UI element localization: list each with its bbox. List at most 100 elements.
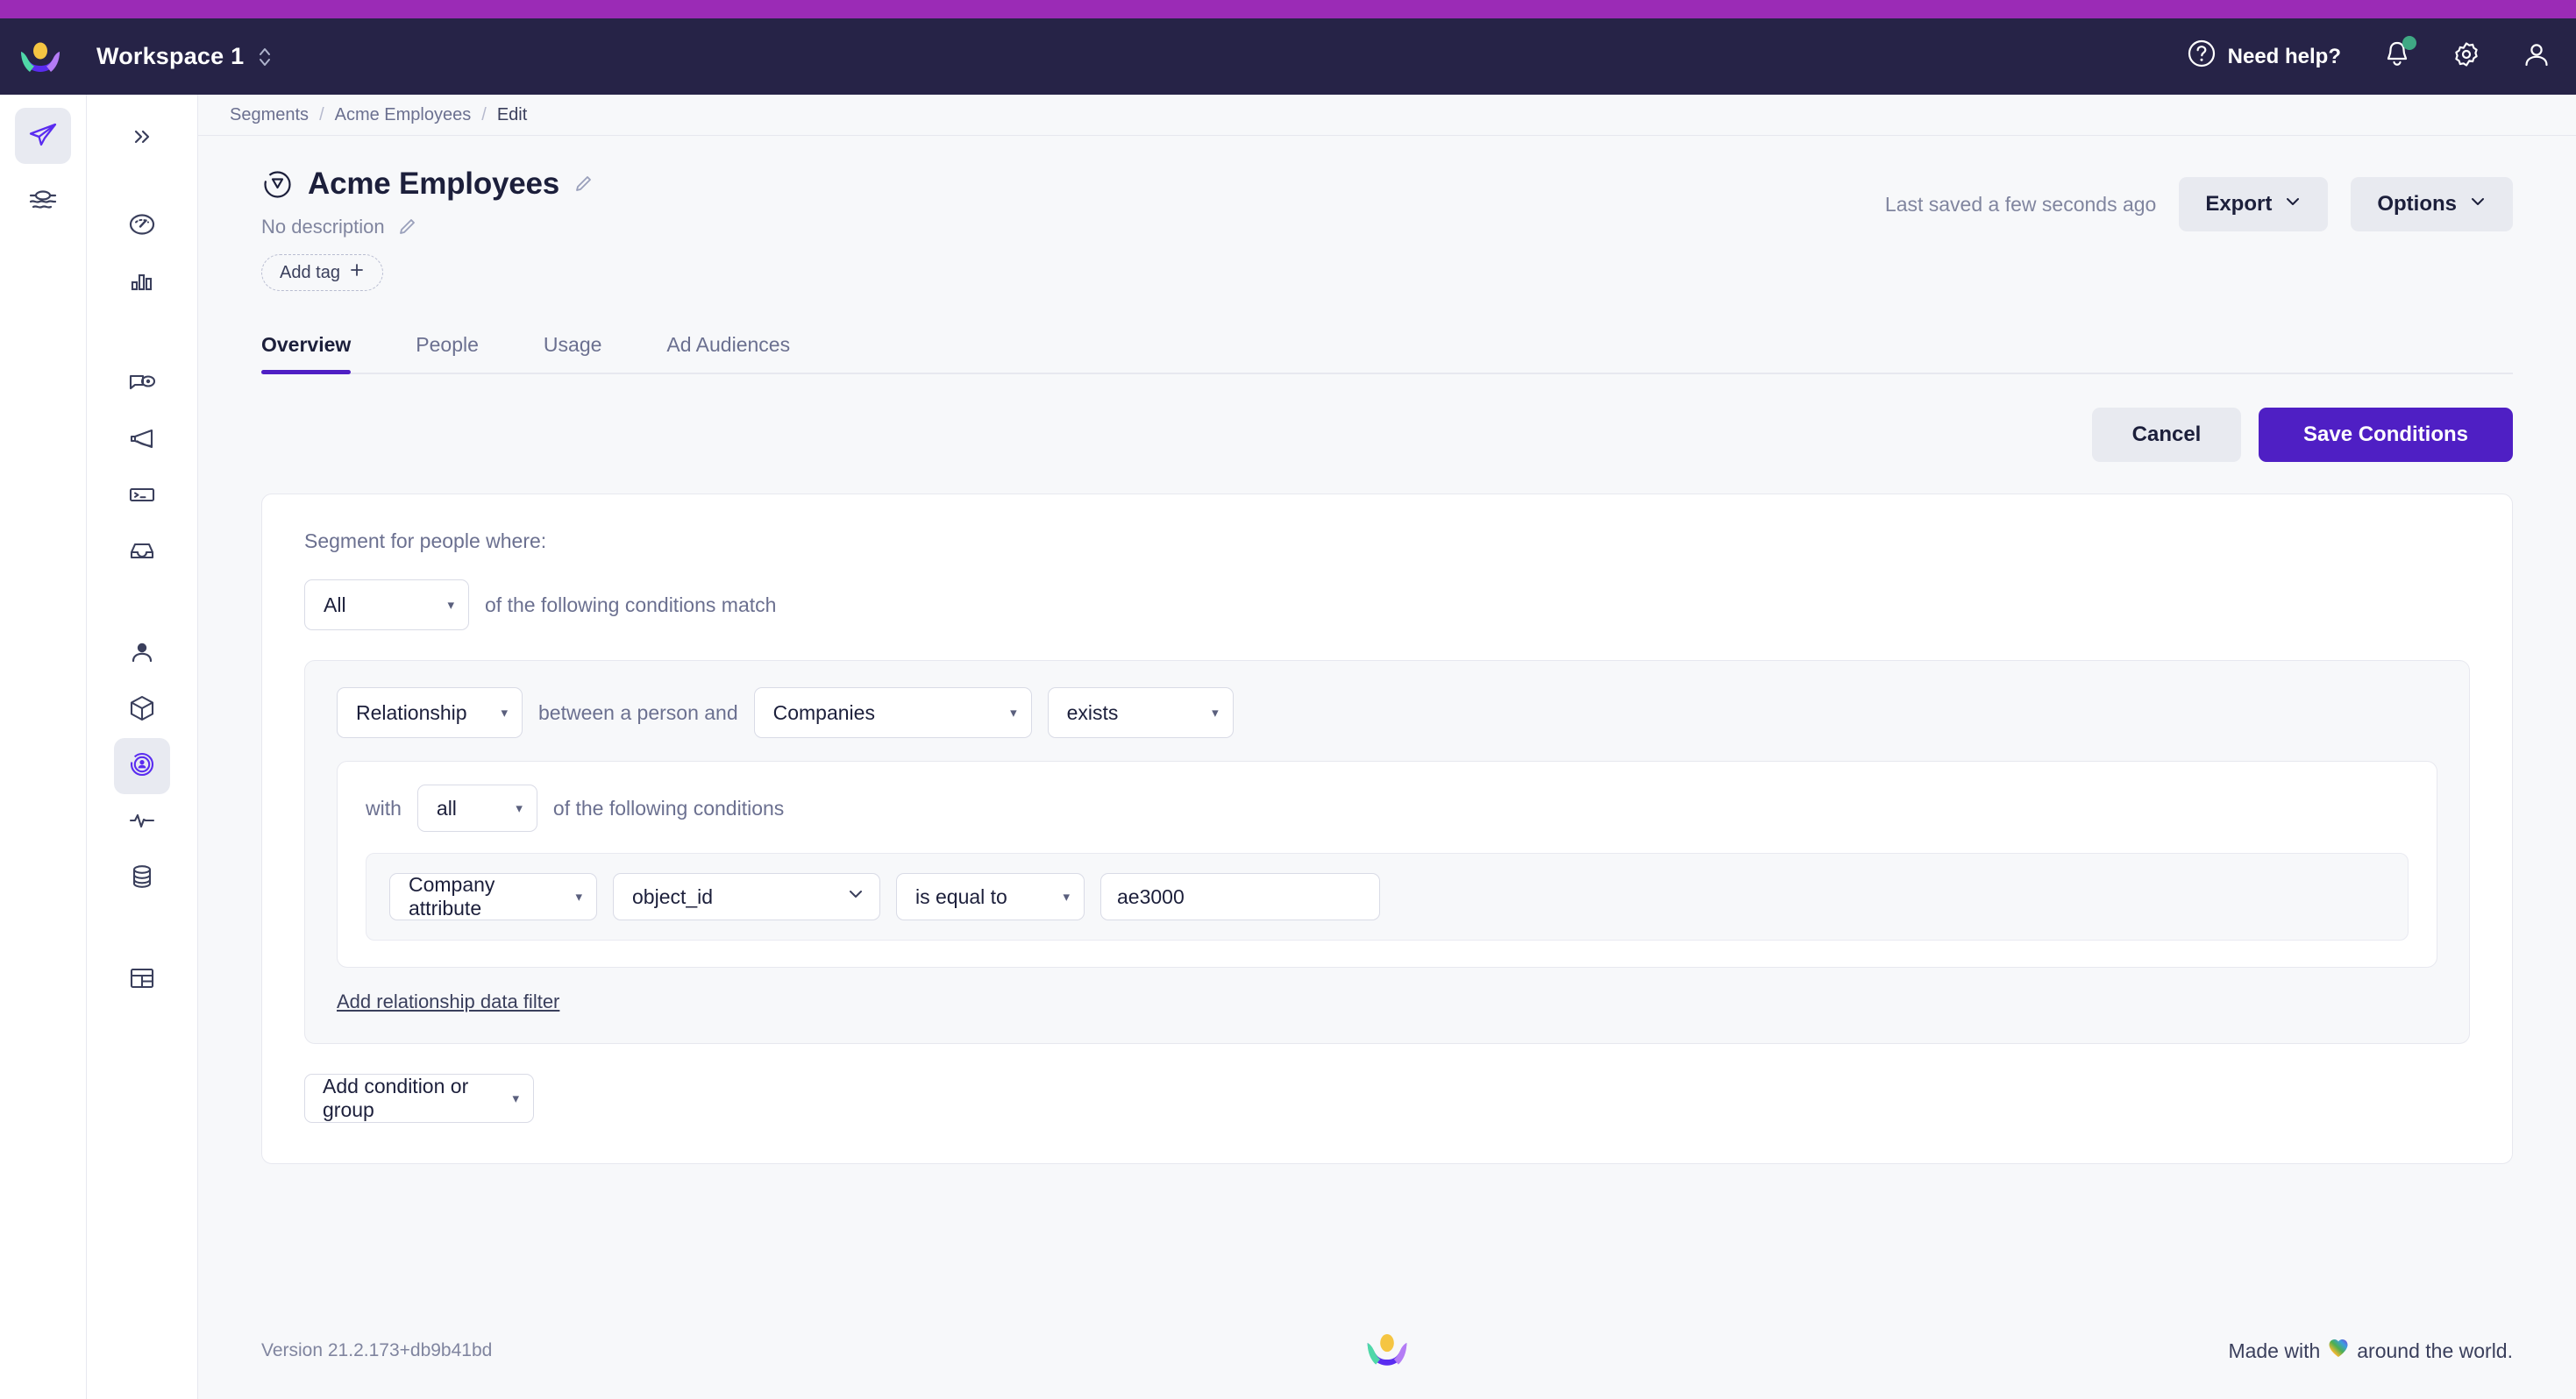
made-with-suffix: around the world. bbox=[2357, 1339, 2513, 1362]
options-button[interactable]: Options bbox=[2351, 177, 2513, 231]
caret-down-icon: ▾ bbox=[447, 597, 454, 613]
add-tag-button[interactable]: Add tag bbox=[261, 254, 383, 291]
last-saved-status: Last saved a few seconds ago bbox=[1884, 192, 2157, 216]
collapse-sidebar-button[interactable] bbox=[114, 110, 170, 167]
account-button[interactable] bbox=[2522, 39, 2551, 74]
top-navigation-bar: Workspace 1 Need help? bbox=[0, 18, 2576, 95]
rail-item-people[interactable] bbox=[114, 626, 170, 682]
match-type-suffix-label: of the following conditions match bbox=[485, 593, 777, 616]
rail-item-journeys[interactable] bbox=[114, 468, 170, 524]
app-body: Segments / Acme Employees / Edit Acme Em… bbox=[0, 95, 2576, 1399]
inner-match-value: all bbox=[436, 796, 457, 820]
made-with-love-text: Made with around the world. bbox=[2228, 1337, 2513, 1365]
inner-match-select[interactable]: all ▾ bbox=[416, 785, 537, 832]
person-icon bbox=[126, 636, 158, 672]
match-type-value: All bbox=[324, 593, 346, 616]
attribute-condition-panel: Company attribute ▾ object_id is equal t… bbox=[366, 853, 2409, 941]
caret-down-icon: ▾ bbox=[512, 1090, 519, 1106]
add-condition-or-group-button[interactable]: Add condition or group ▾ bbox=[304, 1074, 534, 1123]
relationship-filters-panel: with all ▾ of the following conditions C… bbox=[337, 761, 2437, 968]
segment-person-icon bbox=[126, 749, 158, 785]
attribute-operator-value: is equal to bbox=[915, 884, 1007, 908]
breadcrumb-separator: / bbox=[481, 104, 487, 124]
rail-item-analytics[interactable] bbox=[114, 254, 170, 310]
cube-icon bbox=[126, 692, 158, 728]
caret-down-icon: ▾ bbox=[575, 889, 582, 905]
with-label: with bbox=[366, 796, 402, 820]
condition-type-value: Relationship bbox=[356, 700, 467, 724]
layers-icon bbox=[26, 184, 60, 222]
megaphone-icon bbox=[126, 423, 158, 458]
rail-item-collections[interactable] bbox=[114, 952, 170, 1008]
settings-button[interactable] bbox=[2451, 39, 2481, 74]
tab-bar: Overview People Usage Ad Audiences bbox=[261, 333, 2513, 374]
tab-usage[interactable]: Usage bbox=[524, 333, 621, 373]
add-relationship-data-filter-link[interactable]: Add relationship data filter bbox=[337, 991, 559, 1013]
page-header: Acme Employees No description Add tag La… bbox=[261, 136, 2513, 291]
relationship-row: Relationship ▾ between a person and Comp… bbox=[337, 687, 2437, 738]
primary-navigation-rail bbox=[0, 95, 87, 1399]
breadcrumb-item-acme-employees[interactable]: Acme Employees bbox=[335, 105, 472, 125]
pencil-icon[interactable] bbox=[397, 217, 418, 238]
breadcrumb-item-segments[interactable]: Segments bbox=[230, 105, 309, 125]
bar-chart-icon bbox=[126, 265, 158, 301]
save-conditions-button[interactable]: Save Conditions bbox=[2259, 408, 2513, 462]
rainbow-heart-icon bbox=[2327, 1337, 2350, 1365]
rail-item-segments[interactable] bbox=[114, 738, 170, 794]
relationship-operator-select[interactable]: exists ▾ bbox=[1047, 687, 1234, 738]
customerio-logo-icon bbox=[1362, 1325, 1413, 1376]
rail-item-data-index[interactable] bbox=[114, 850, 170, 906]
rail-item-inbox[interactable] bbox=[114, 524, 170, 580]
user-icon bbox=[2522, 39, 2551, 74]
pencil-icon[interactable] bbox=[573, 174, 594, 195]
page-description-row: No description bbox=[261, 216, 1885, 238]
attribute-condition-row: Company attribute ▾ object_id is equal t… bbox=[389, 873, 2385, 920]
rail-item-dashboard[interactable] bbox=[114, 198, 170, 254]
notifications-button[interactable] bbox=[2383, 36, 2416, 74]
rail-item-campaigns[interactable] bbox=[15, 108, 71, 164]
content-area: Segments / Acme Employees / Edit Acme Em… bbox=[198, 95, 2576, 1399]
attribute-type-select[interactable]: Company attribute ▾ bbox=[389, 873, 597, 920]
page-header-actions: Last saved a few seconds ago Export Opti… bbox=[1885, 167, 2513, 231]
attribute-operator-select[interactable]: is equal to ▾ bbox=[896, 873, 1085, 920]
activity-pulse-icon bbox=[126, 805, 158, 841]
version-label: Version 21.2.173+db9b41bd bbox=[261, 1340, 493, 1360]
rail-item-data-pipelines[interactable] bbox=[15, 174, 71, 231]
chevron-down-icon bbox=[2284, 192, 2302, 217]
breadcrumb-item-edit: Edit bbox=[496, 104, 528, 124]
page-title: Acme Employees bbox=[308, 167, 560, 201]
database-icon bbox=[126, 861, 158, 897]
rail-item-broadcasts[interactable] bbox=[114, 412, 170, 468]
export-button[interactable]: Export bbox=[2179, 177, 2329, 231]
attribute-field-select[interactable]: object_id bbox=[613, 873, 880, 920]
relationship-object-select[interactable]: Companies ▾ bbox=[753, 687, 1032, 738]
question-circle-icon bbox=[2187, 39, 2217, 75]
terminal-icon bbox=[126, 479, 158, 515]
options-label: Options bbox=[2377, 192, 2457, 216]
customerio-logo-icon[interactable] bbox=[18, 34, 63, 80]
caret-down-icon: ▾ bbox=[516, 800, 523, 816]
add-condition-label: Add condition or group bbox=[323, 1075, 469, 1121]
tab-overview[interactable]: Overview bbox=[261, 333, 370, 374]
inner-match-suffix-label: of the following conditions bbox=[552, 796, 785, 820]
tab-people[interactable]: People bbox=[396, 333, 498, 373]
secondary-navigation-rail bbox=[87, 95, 198, 1399]
match-type-row: All ▾ of the following conditions match bbox=[304, 579, 2470, 630]
tab-ad-audiences[interactable]: Ad Audiences bbox=[647, 333, 809, 373]
message-preview-icon bbox=[126, 366, 158, 402]
rail-item-messages[interactable] bbox=[114, 356, 170, 412]
attribute-value-input[interactable] bbox=[1100, 873, 1380, 920]
need-help-button[interactable]: Need help? bbox=[2187, 39, 2341, 75]
dashboard-gauge-icon bbox=[126, 209, 158, 245]
rail-item-objects[interactable] bbox=[114, 682, 170, 738]
cancel-button[interactable]: Cancel bbox=[2092, 408, 2241, 462]
match-type-select[interactable]: All ▾ bbox=[304, 579, 469, 630]
add-tag-label: Add tag bbox=[280, 262, 340, 282]
breadcrumb-separator: / bbox=[319, 104, 324, 124]
chevron-up-down-icon[interactable] bbox=[258, 45, 272, 69]
condition-type-select[interactable]: Relationship ▾ bbox=[337, 687, 523, 738]
caret-down-icon: ▾ bbox=[501, 705, 508, 721]
rail-item-activity[interactable] bbox=[114, 794, 170, 850]
workspace-name: Workspace 1 bbox=[96, 43, 245, 69]
export-label: Export bbox=[2205, 192, 2273, 216]
